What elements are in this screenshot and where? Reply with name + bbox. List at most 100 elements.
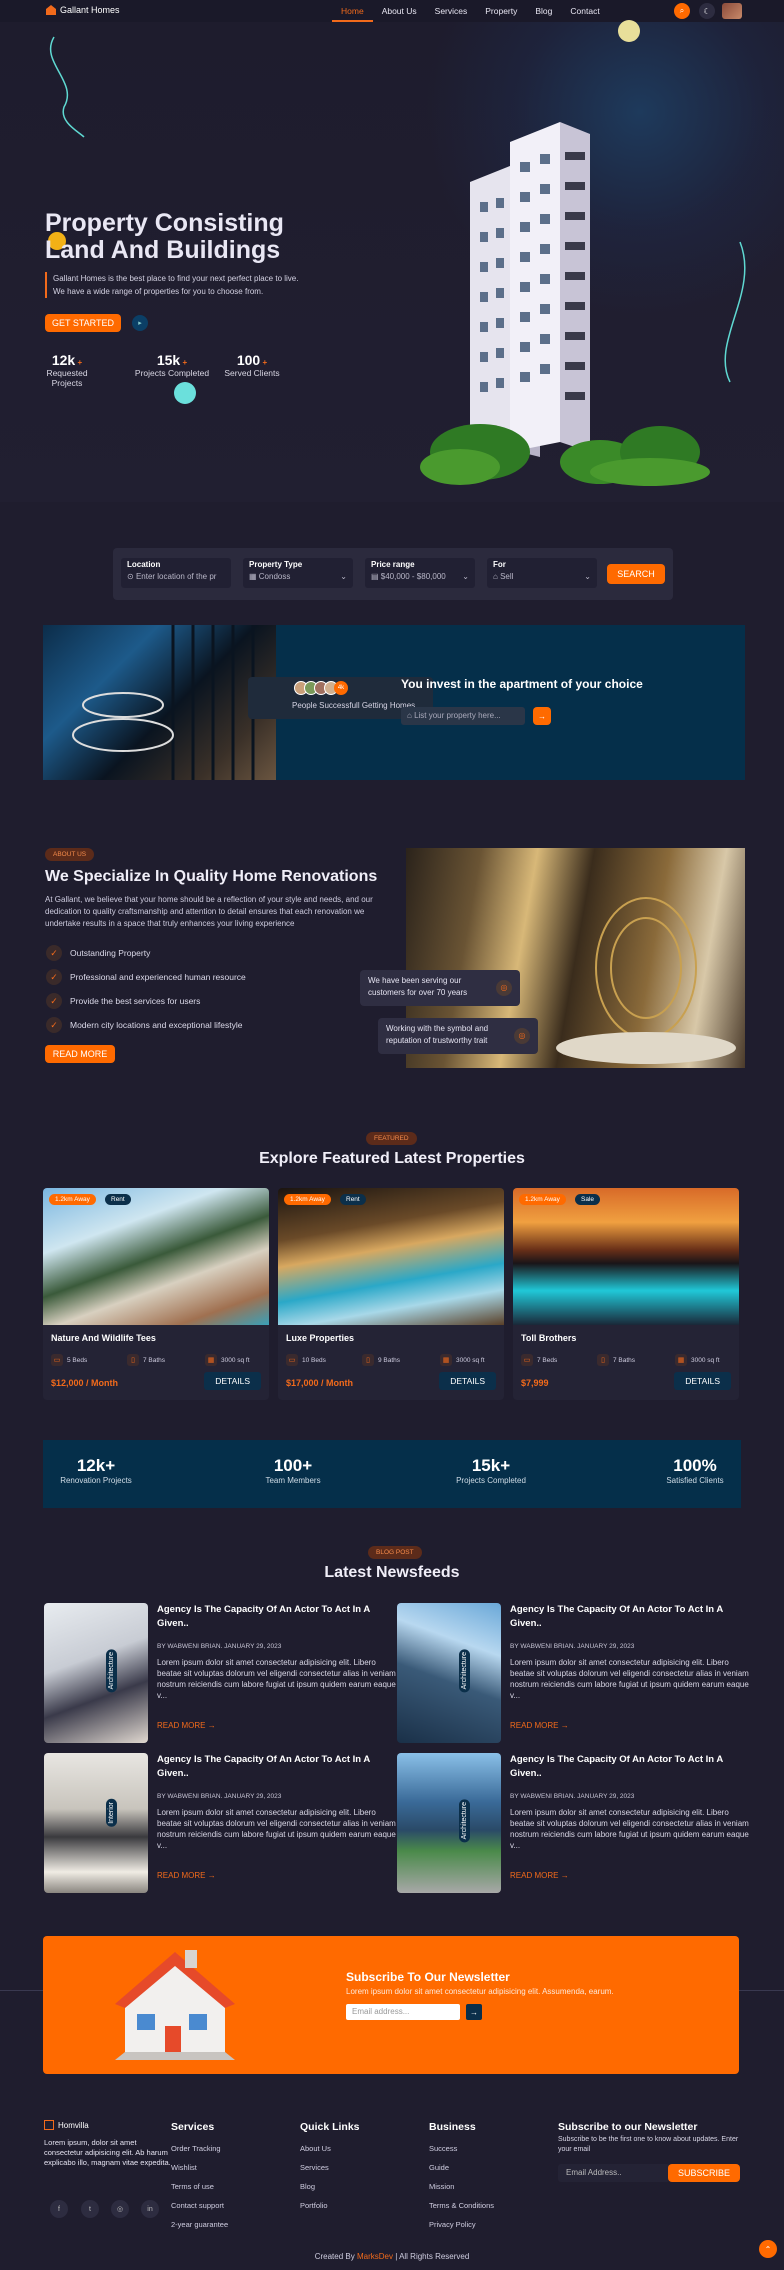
footer-email-input[interactable]: Email Address.. xyxy=(558,2164,670,2182)
newsletter-email-input[interactable]: Email address... xyxy=(346,2004,460,2020)
details-button[interactable]: DETAILS xyxy=(204,1372,261,1390)
play-icon[interactable]: ▸ xyxy=(132,315,148,331)
home-icon: ⌂ xyxy=(407,711,415,720)
type-badge: Rent xyxy=(105,1194,131,1205)
linkedin-icon[interactable]: in xyxy=(141,2200,159,2218)
about-description: At Gallant, we believe that your home sh… xyxy=(45,895,373,928)
property-title: Nature And Wildlife Tees xyxy=(51,1333,156,1343)
reputation-bubble: Working with the symbol and reputation o… xyxy=(378,1018,538,1054)
read-more-link[interactable]: READ MORE → xyxy=(157,1871,216,1880)
scroll-top-icon[interactable]: ⌃ xyxy=(759,2240,777,2258)
newsletter-title: Subscribe To Our Newsletter xyxy=(346,1970,510,1984)
facebook-icon[interactable]: f xyxy=(50,2200,68,2218)
post-title[interactable]: Agency Is The Capacity Of An Actor To Ac… xyxy=(510,1753,746,1781)
footer-link[interactable]: Privacy Policy xyxy=(429,2220,476,2229)
theme-toggle-icon[interactable]: ☾ xyxy=(699,3,715,19)
property-card[interactable]: 1.2km Away Sale Toll Brothers ▭ 7 Beds ▯ 7… xyxy=(513,1188,739,1400)
footer-link[interactable]: Contact support xyxy=(171,2201,224,2210)
read-more-link[interactable]: READ MORE → xyxy=(157,1721,216,1730)
footer-link[interactable]: Mission xyxy=(429,2182,454,2191)
nav-item-about[interactable]: About Us xyxy=(373,0,426,22)
details-button[interactable]: DETAILS xyxy=(674,1372,731,1390)
subscribe-button[interactable]: SUBSCRIBE xyxy=(668,2164,740,2182)
get-started-button[interactable]: GET STARTED xyxy=(45,314,121,332)
instagram-icon[interactable]: ◎ xyxy=(111,2200,129,2218)
send-arrow-icon[interactable]: → xyxy=(466,2004,482,2020)
area-icon: ▦ xyxy=(440,1354,452,1366)
details-button[interactable]: DETAILS xyxy=(439,1372,496,1390)
footer-about: Lorem ipsum, dolor sit amet consectetur … xyxy=(44,2138,171,2167)
baths-info: ▯ 9 Baths xyxy=(362,1354,400,1366)
baths-info: ▯ 7 Baths xyxy=(127,1354,165,1366)
check-icon: ✓ xyxy=(46,1017,62,1033)
bed-icon: ▭ xyxy=(51,1354,63,1366)
blog-post[interactable]: Architecture Agency Is The Capacity Of A… xyxy=(44,1603,396,1743)
footer-business-heading: Business xyxy=(429,2121,476,2133)
nav-item-property[interactable]: Property xyxy=(476,0,526,22)
nav-item-blog[interactable]: Blog xyxy=(526,0,561,22)
submit-arrow-icon[interactable]: → xyxy=(533,707,551,725)
post-meta: BY WABWENI BRIAN. JANUARY 29, 2023 xyxy=(510,1643,635,1650)
beds-info: ▭ 5 Beds xyxy=(51,1354,87,1366)
blog-post[interactable]: Architecture Agency Is The Capacity Of A… xyxy=(397,1603,749,1743)
bath-icon: ▯ xyxy=(362,1354,374,1366)
property-card[interactable]: 1.2km Away Rent Nature And Wildlife Tees… xyxy=(43,1188,269,1400)
post-meta: BY WABWENI BRIAN. JANUARY 29, 2023 xyxy=(157,1793,282,1800)
location-pin-icon: ⊙ xyxy=(127,572,136,581)
feature-item: ✓ Provide the best services for users xyxy=(46,993,200,1009)
arrow-right-icon: → xyxy=(560,1871,569,1880)
avatar[interactable] xyxy=(722,3,742,19)
blog-post[interactable]: Interior Agency Is The Capacity Of An Ac… xyxy=(44,1753,396,1893)
property-type-select[interactable]: Property Type ▦ Condoss ⌄ xyxy=(243,558,353,588)
footer-link[interactable]: 2-year guarantee xyxy=(171,2220,228,2229)
footer-link[interactable]: Portfolio xyxy=(300,2201,328,2210)
invest-title: You invest in the apartment of your choi… xyxy=(401,677,643,691)
arrow-right-icon: → xyxy=(207,1871,216,1880)
bath-icon: ▯ xyxy=(127,1354,139,1366)
experience-bubble: We have been serving our customers for o… xyxy=(360,970,520,1006)
footer-brand[interactable]: Homvilla xyxy=(44,2120,89,2130)
read-more-link[interactable]: READ MORE → xyxy=(510,1721,569,1730)
post-title[interactable]: Agency Is The Capacity Of An Actor To Ac… xyxy=(510,1603,746,1631)
for-select[interactable]: For ⌂ Sell ⌄ xyxy=(487,558,597,588)
footer-link[interactable]: Wishlist xyxy=(171,2163,197,2172)
location-field[interactable]: Location ⊙ Enter location of the pr xyxy=(121,558,231,588)
footer-link[interactable]: Success xyxy=(429,2144,457,2153)
building-illustration xyxy=(420,122,746,486)
read-more-link[interactable]: READ MORE → xyxy=(510,1871,569,1880)
list-property-input[interactable]: ⌂ List your property here... xyxy=(401,707,525,725)
nav-item-contact[interactable]: Contact xyxy=(561,0,608,22)
footer-newsletter-heading: Subscribe to our Newsletter xyxy=(558,2121,698,2133)
footer-link[interactable]: Order Tracking xyxy=(171,2144,221,2153)
brand[interactable]: Gallant Homes xyxy=(46,5,120,15)
nav-item-home[interactable]: Home xyxy=(332,0,373,22)
post-title[interactable]: Agency Is The Capacity Of An Actor To Ac… xyxy=(157,1753,393,1781)
property-title: Toll Brothers xyxy=(521,1333,577,1343)
search-icon[interactable]: ⌕ xyxy=(674,3,690,19)
footer-link[interactable]: Guide xyxy=(429,2163,449,2172)
hero-stat: 15k + Projects Completed xyxy=(134,352,210,378)
footer-link[interactable]: About Us xyxy=(300,2144,331,2153)
footer-link[interactable]: Blog xyxy=(300,2182,315,2191)
read-more-button[interactable]: READ MORE xyxy=(45,1045,115,1063)
distance-badge: 1.2km Away xyxy=(519,1194,566,1205)
property-card[interactable]: 1.2km Away Rent Luxe Properties ▭ 10 Beds… xyxy=(278,1188,504,1400)
footer-link[interactable]: Terms & Conditions xyxy=(429,2201,494,2210)
blog-post[interactable]: Architecture Agency Is The Capacity Of A… xyxy=(397,1753,749,1893)
distance-badge: 1.2km Away xyxy=(49,1194,96,1205)
footer-services-heading: Services xyxy=(171,2121,215,2133)
post-image xyxy=(44,1603,148,1743)
moon-decoration xyxy=(618,20,640,42)
check-icon: ✓ xyxy=(46,993,62,1009)
footer-link[interactable]: Services xyxy=(300,2163,329,2172)
credit-author-link[interactable]: MarksDev xyxy=(357,2252,393,2261)
price-range-select[interactable]: Price range ▤ $40,000 - $80,000 ⌄ xyxy=(365,558,475,588)
house-illustration xyxy=(115,1950,235,2060)
footer-link[interactable]: Terms of use xyxy=(171,2182,214,2191)
award-icon: ◎ xyxy=(496,980,512,996)
nav-item-services[interactable]: Services xyxy=(426,0,477,22)
twitter-icon[interactable]: t xyxy=(81,2200,99,2218)
search-button[interactable]: SEARCH xyxy=(607,564,665,584)
feature-item: ✓ Outstanding Property xyxy=(46,945,150,961)
post-title[interactable]: Agency Is The Capacity Of An Actor To Ac… xyxy=(157,1603,393,1631)
